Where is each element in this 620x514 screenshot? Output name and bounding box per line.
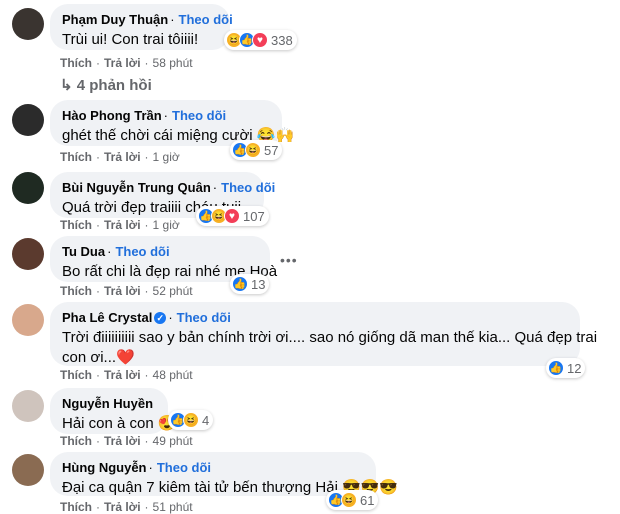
avatar[interactable] bbox=[12, 8, 44, 40]
timestamp[interactable]: 51 phút bbox=[153, 500, 193, 514]
reaction-count: 338 bbox=[271, 32, 293, 48]
separator-dot: · bbox=[163, 108, 169, 123]
comment-bubble: Hùng Nguyễn · Theo dõi Đại ca quận 7 kiêm … bbox=[50, 452, 399, 496]
like-link[interactable]: Thích bbox=[60, 434, 92, 448]
reaction-count: 13 bbox=[251, 276, 266, 292]
avatar[interactable] bbox=[12, 454, 44, 486]
timestamp[interactable]: 58 phút bbox=[153, 56, 193, 70]
avatar[interactable] bbox=[12, 238, 44, 270]
reaction-summary[interactable]: 👍 😆 4 bbox=[168, 410, 214, 430]
more-options-icon[interactable]: ••• bbox=[280, 252, 298, 268]
reply-link[interactable]: Trả lời bbox=[104, 368, 141, 382]
timestamp[interactable]: 48 phút bbox=[153, 368, 193, 382]
reply-link[interactable]: Trả lời bbox=[104, 56, 141, 70]
like-link[interactable]: Thích bbox=[60, 368, 92, 382]
comment-text: Trùi ui! Con trai tôiiii! bbox=[62, 31, 199, 48]
reply-link[interactable]: Trả lời bbox=[104, 218, 141, 232]
comment-actions: Thích · Trả lời · 1 giờ bbox=[60, 218, 180, 232]
haha-icon: 😆 bbox=[245, 142, 261, 158]
author-name[interactable]: Bùi Nguyễn Trung Quân bbox=[62, 180, 211, 195]
separator-dot: · bbox=[148, 460, 153, 475]
reaction-summary[interactable]: 👍 😆 61 bbox=[326, 490, 379, 510]
timestamp[interactable]: 49 phút bbox=[153, 434, 193, 448]
haha-icon: 😆 bbox=[183, 412, 199, 428]
reaction-summary[interactable]: 😆 👍 ♥ 338 bbox=[224, 30, 297, 50]
comment-actions: Thích · Trả lời · 48 phút bbox=[60, 368, 193, 382]
comment-actions: Thích · Trả lời · 51 phút bbox=[60, 500, 193, 514]
timestamp[interactable]: 1 giờ bbox=[153, 218, 180, 232]
timestamp[interactable]: 1 giờ bbox=[153, 150, 180, 164]
comment-actions: Thích · Trả lời · 52 phút bbox=[60, 284, 193, 298]
reaction-count: 4 bbox=[202, 412, 210, 428]
love-icon: ♥ bbox=[252, 32, 268, 48]
separator-dot: · bbox=[212, 180, 218, 195]
separator-dot: · bbox=[107, 244, 112, 259]
follow-link[interactable]: Theo dõi bbox=[157, 460, 211, 475]
timestamp[interactable]: 52 phút bbox=[153, 284, 193, 298]
reply-link[interactable]: Trả lời bbox=[104, 284, 141, 298]
comment-bubble: Phạm Duy Thuận · Theo dõi Trùi ui! Con tra… bbox=[50, 4, 233, 50]
love-icon: ♥ bbox=[224, 208, 240, 224]
follow-link[interactable]: Theo dõi bbox=[115, 244, 169, 259]
reaction-count: 57 bbox=[264, 142, 279, 158]
haha-icon: 😆 bbox=[341, 492, 357, 508]
reply-link[interactable]: Trả lời bbox=[104, 150, 141, 164]
reaction-count: 61 bbox=[360, 492, 375, 508]
reaction-count: 12 bbox=[567, 360, 582, 376]
author-name[interactable]: Pha Lê Crystal bbox=[62, 310, 152, 325]
reaction-summary[interactable]: 👍 😆 57 bbox=[230, 140, 283, 160]
reply-link[interactable]: Trả lời bbox=[104, 500, 141, 514]
avatar[interactable] bbox=[12, 304, 44, 336]
view-replies-link[interactable]: ↳ 4 phản hồi bbox=[60, 76, 152, 94]
like-link[interactable]: Thích bbox=[60, 150, 92, 164]
like-link[interactable]: Thích bbox=[60, 56, 92, 70]
like-icon: 👍 bbox=[232, 276, 248, 292]
like-link[interactable]: Thích bbox=[60, 284, 92, 298]
follow-link[interactable]: Theo dõi bbox=[179, 12, 233, 27]
reaction-count: 107 bbox=[243, 208, 265, 224]
avatar[interactable] bbox=[12, 104, 44, 136]
reaction-summary[interactable]: 👍 13 bbox=[230, 274, 270, 294]
reaction-summary[interactable]: 👍 😆 ♥ 107 bbox=[196, 206, 269, 226]
comment-text-line-2: con ơi...❤️ bbox=[62, 349, 135, 366]
replies-label: 4 phản hồi bbox=[76, 77, 152, 94]
follow-link[interactable]: Theo dõi bbox=[172, 108, 226, 123]
author-name[interactable]: Tu Dua bbox=[62, 244, 105, 259]
author-name[interactable]: Phạm Duy Thuận bbox=[62, 12, 168, 27]
comment-text: Trời điiiiiiiiii sao y bản chính trời ơi… bbox=[62, 329, 598, 346]
reaction-summary[interactable]: 👍 12 bbox=[546, 358, 586, 378]
author-name[interactable]: Hùng Nguyễn bbox=[62, 460, 147, 475]
like-link[interactable]: Thích bbox=[60, 218, 92, 232]
author-name[interactable]: Nguyễn Huyền bbox=[62, 396, 153, 411]
verified-badge-icon: ✓ bbox=[154, 312, 167, 324]
like-icon: 👍 bbox=[548, 360, 564, 376]
comment-text: Hải con à con 😍 bbox=[62, 415, 177, 432]
reply-link[interactable]: Trả lời bbox=[104, 434, 141, 448]
comment-actions: Thích · Trả lời · 1 giờ bbox=[60, 150, 180, 164]
comment-text: Bo rất chi là đẹp rai nhé mẹ Hoà bbox=[62, 263, 278, 280]
like-link[interactable]: Thích bbox=[60, 500, 92, 514]
reply-arrow-icon: ↳ bbox=[60, 77, 77, 94]
follow-link[interactable]: Theo dõi bbox=[177, 310, 231, 325]
avatar[interactable] bbox=[12, 390, 44, 422]
avatar[interactable] bbox=[12, 172, 44, 204]
comment-bubble: Nguyễn Huyền Hải con à con 😍 bbox=[50, 388, 177, 434]
comment-actions: Thích · Trả lời · 49 phút bbox=[60, 434, 193, 448]
comment-text: Đại ca quận 7 kiêm tài tử bến thượng Hải… bbox=[62, 479, 399, 496]
follow-link[interactable]: Theo dõi bbox=[221, 180, 275, 195]
author-name[interactable]: Hào Phong Trần bbox=[62, 108, 162, 123]
comment-bubble: Pha Lê Crystal ✓ · Theo dõi Trời điiiiiiiii… bbox=[50, 302, 598, 366]
comment-actions: Thích · Trả lời · 58 phút bbox=[60, 56, 193, 70]
separator-dot: · bbox=[168, 310, 173, 325]
separator-dot: · bbox=[170, 12, 175, 27]
